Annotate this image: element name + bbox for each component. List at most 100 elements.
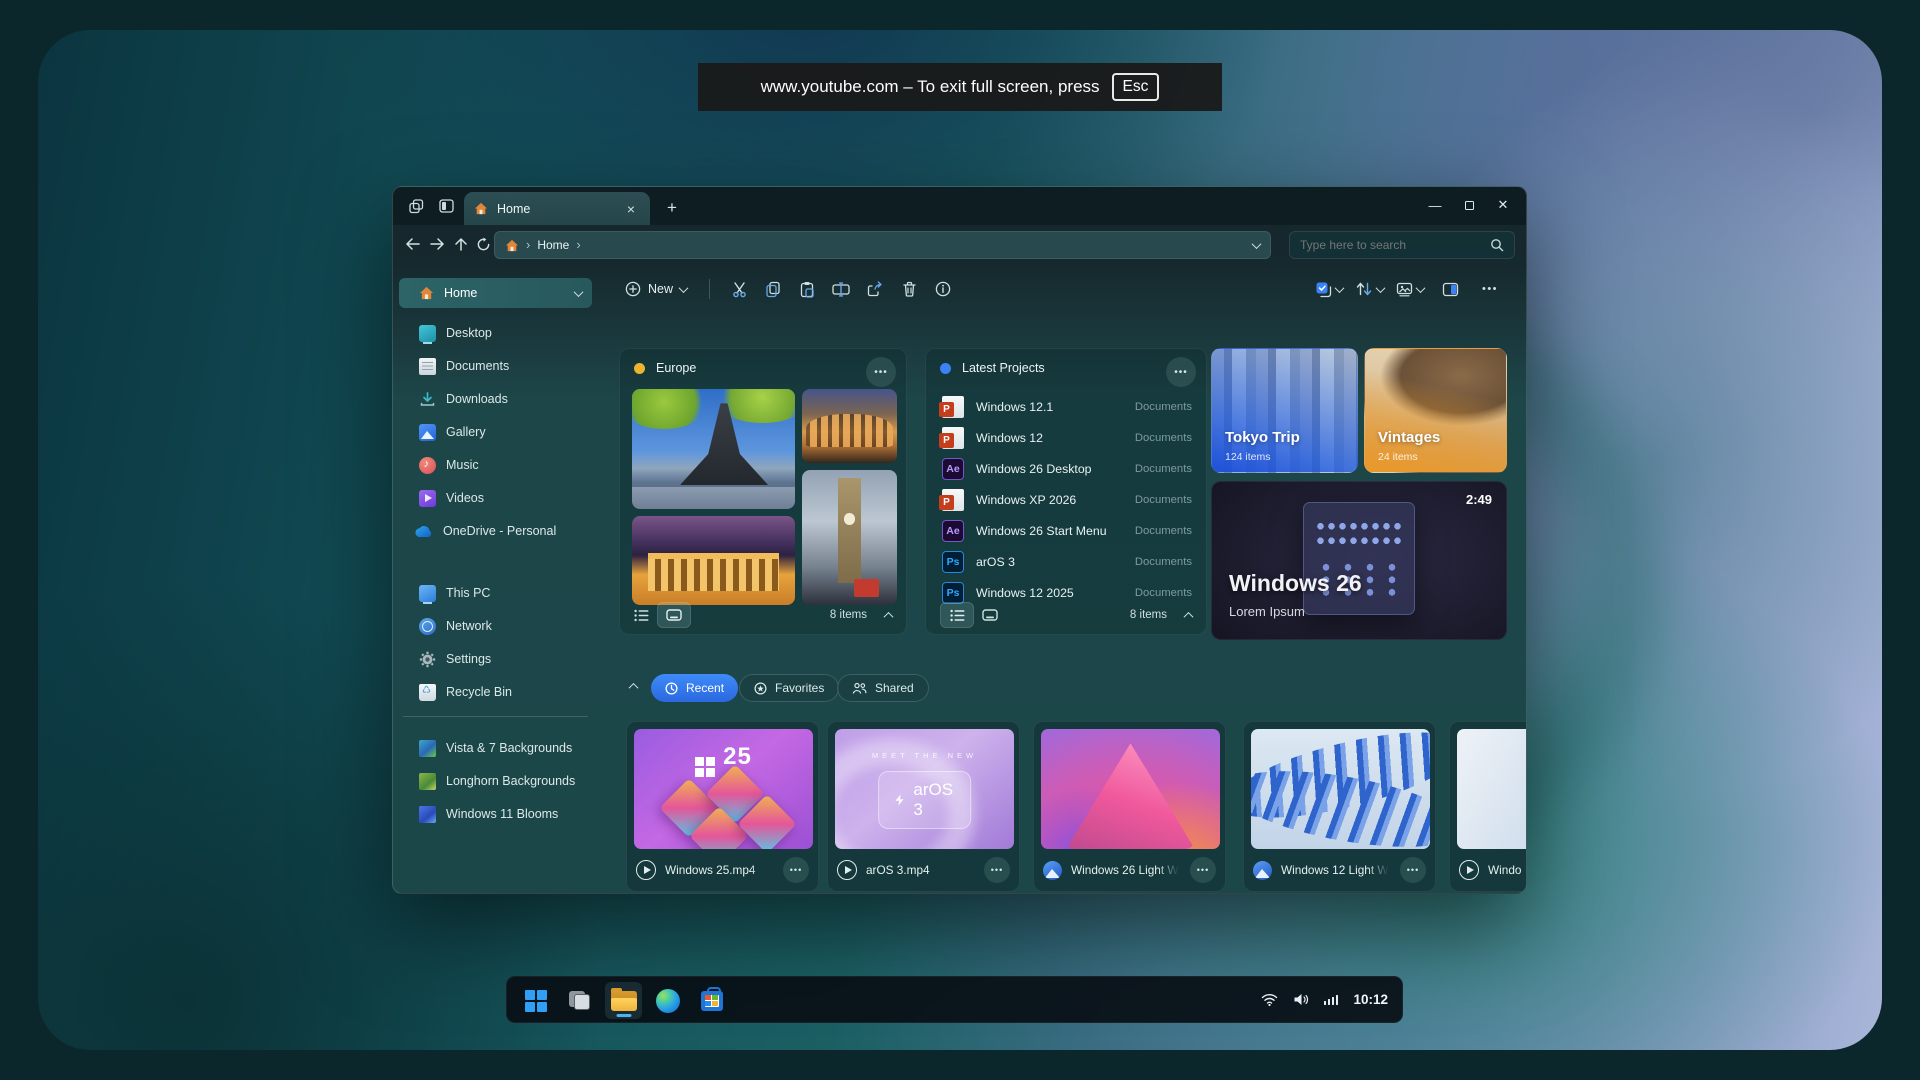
photo-big-ben[interactable]	[802, 470, 897, 605]
chevron-down-icon[interactable]	[574, 287, 584, 297]
photo-colosseum[interactable]	[802, 389, 897, 463]
cellular-signal-icon[interactable]	[1324, 995, 1339, 1005]
section-collapse-icon[interactable]	[629, 683, 639, 693]
folder-item-count: 24 items	[1378, 451, 1418, 463]
store-button[interactable]	[693, 982, 730, 1019]
more-options-button[interactable]: •••	[1166, 357, 1196, 387]
sort-dropdown-icon	[1376, 283, 1386, 293]
sidebar-item-home[interactable]: Home	[399, 278, 592, 308]
list-view-icon[interactable]	[940, 602, 974, 628]
file-row-windows-26-start-menu[interactable]: Ae Windows 26 Start Menu Documents	[936, 516, 1198, 546]
forward-button[interactable]	[425, 232, 449, 256]
sidebar-item-videos[interactable]: Videos	[399, 483, 592, 513]
up-button[interactable]	[449, 232, 473, 256]
start-button[interactable]	[517, 982, 554, 1019]
tab-favorites[interactable]: Favorites	[739, 674, 839, 702]
video-duration: 2:49	[1466, 492, 1492, 507]
file-row-windows-xp-2026[interactable]: P Windows XP 2026 Documents	[936, 485, 1198, 515]
file-row-windows-12[interactable]: P Windows 12 Documents	[936, 423, 1198, 453]
more-options-button[interactable]: •••	[1400, 857, 1426, 883]
volume-icon[interactable]	[1293, 993, 1309, 1006]
breadcrumb-item-home[interactable]: Home	[537, 238, 569, 252]
share-button[interactable]	[858, 274, 892, 304]
gallery-view-icon[interactable]	[982, 609, 998, 621]
sidebar-item-vista-7-backgrounds[interactable]: Vista & 7 Backgrounds	[399, 733, 592, 763]
sidebar-item-desktop[interactable]: Desktop	[399, 318, 592, 348]
more-options-button[interactable]: •••	[984, 857, 1010, 883]
gallery-view-icon[interactable]	[657, 602, 691, 628]
latest-projects-card[interactable]: Latest Projects ••• P Windows 12.1 Docum…	[925, 348, 1207, 635]
new-plus-icon	[625, 281, 641, 297]
tab-strip: Home × + — ✕	[393, 187, 1526, 225]
back-button[interactable]	[401, 232, 425, 256]
photo-eiffel-tower[interactable]	[632, 389, 795, 509]
play-icon	[1459, 860, 1479, 880]
sidebar-item-settings[interactable]: Settings	[399, 644, 592, 674]
tab-overview-button[interactable]	[403, 194, 429, 218]
video-title: Windows 26	[1229, 570, 1362, 597]
new-tab-button[interactable]: +	[659, 195, 685, 221]
search-box[interactable]	[1289, 231, 1515, 259]
task-view-button[interactable]	[561, 982, 598, 1019]
list-view-icon[interactable]	[634, 609, 649, 622]
media-name: arOS 3.mp4	[866, 863, 975, 877]
minimize-button[interactable]: —	[1418, 191, 1452, 219]
view-button[interactable]	[1393, 282, 1427, 297]
details-pane-button[interactable]	[1433, 274, 1467, 304]
sidebar-item-network[interactable]: Network	[399, 611, 592, 641]
vintages-folder-tile[interactable]: Vintages 24 items	[1364, 348, 1507, 473]
close-button[interactable]: ✕	[1486, 191, 1520, 219]
edge-button[interactable]	[649, 982, 686, 1019]
tab-recent[interactable]: Recent	[651, 674, 738, 702]
address-bar[interactable]: › Home ›	[494, 231, 1271, 259]
esc-key-badge: Esc	[1112, 73, 1160, 101]
video-preview-card[interactable]: 2:49 Windows 26 Lorem Ipsum	[1211, 481, 1507, 640]
more-options-button[interactable]: •••	[783, 857, 809, 883]
taskbar-clock[interactable]: 10:12	[1353, 992, 1388, 1007]
more-options-button[interactable]: •••	[866, 357, 896, 387]
tab-shared[interactable]: Shared	[837, 674, 929, 702]
select-all-button[interactable]	[1312, 281, 1346, 298]
media-card-windows-26-light-wallpaper[interactable]: Windows 26 Light Wallp •••	[1033, 721, 1226, 892]
collapse-icon[interactable]	[884, 611, 894, 621]
media-card-windows-12-light-wallpaper[interactable]: Windows 12 Light Wallp •••	[1243, 721, 1436, 892]
sidebar-item-this-pc[interactable]: This PC	[399, 578, 592, 608]
photo-brandenburg-gate[interactable]	[632, 516, 795, 605]
sidebar-item-documents[interactable]: Documents	[399, 351, 592, 381]
new-button[interactable]: New	[615, 275, 697, 303]
sidebar-item-recycle-bin[interactable]: Recycle Bin	[399, 677, 592, 707]
tokyo-trip-folder-tile[interactable]: Tokyo Trip 124 items	[1211, 348, 1358, 473]
search-input[interactable]	[1300, 238, 1490, 252]
file-row-aros-3[interactable]: Ps arOS 3 Documents	[936, 547, 1198, 577]
media-card-aros-3[interactable]: MEET THE NEW arOS 3 arOS 3.mp4 •••	[827, 721, 1020, 892]
delete-button[interactable]	[892, 274, 926, 304]
sidebar-item-longhorn-backgrounds[interactable]: Longhorn Backgrounds	[399, 766, 592, 796]
refresh-button[interactable]	[471, 232, 495, 256]
file-explorer-button[interactable]	[605, 982, 642, 1019]
sidebar-item-onedrive[interactable]: OneDrive - Personal	[399, 516, 592, 546]
info-button[interactable]	[926, 274, 960, 304]
file-row-windows-12-1[interactable]: P Windows 12.1 Documents	[936, 392, 1198, 422]
sidebar-item-downloads[interactable]: Downloads	[399, 384, 592, 414]
media-card-partial[interactable]: Windo	[1449, 721, 1527, 892]
file-row-windows-26-desktop[interactable]: Ae Windows 26 Desktop Documents	[936, 454, 1198, 484]
tab-home[interactable]: Home ×	[464, 192, 650, 225]
sort-button[interactable]	[1352, 281, 1387, 297]
sidebar-item-gallery[interactable]: Gallery	[399, 417, 592, 447]
paste-button[interactable]	[790, 274, 824, 304]
europe-folder-card[interactable]: Europe ••• 8 items	[619, 348, 907, 635]
tab-close-icon[interactable]: ×	[622, 201, 640, 217]
more-options-button[interactable]: •••	[1190, 857, 1216, 883]
rename-button[interactable]	[824, 274, 858, 304]
toggle-sidebar-button[interactable]	[433, 194, 459, 218]
sidebar-item-windows-11-blooms[interactable]: Windows 11 Blooms	[399, 799, 592, 829]
maximize-button[interactable]	[1452, 191, 1486, 219]
copy-button[interactable]	[756, 274, 790, 304]
see-more-button[interactable]: •••	[1473, 274, 1507, 304]
sidebar-item-music[interactable]: Music	[399, 450, 592, 480]
media-card-windows-25[interactable]: 25 Windows 25.mp4 •••	[626, 721, 819, 892]
cut-button[interactable]	[722, 274, 756, 304]
wifi-icon[interactable]	[1261, 993, 1278, 1006]
address-dropdown-icon[interactable]	[1252, 239, 1262, 249]
collapse-icon[interactable]	[1184, 611, 1194, 621]
